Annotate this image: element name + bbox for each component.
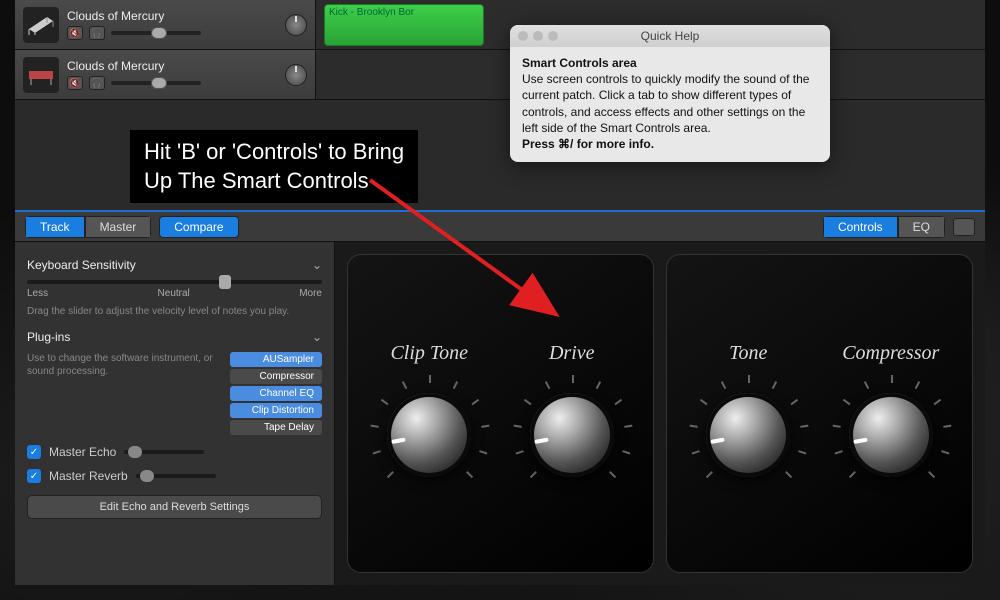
track-row[interactable]: Clouds of Mercury 🔇 🎧 Kick - Brooklyn Bo…	[15, 0, 985, 50]
section-title: Keyboard Sensitivity	[27, 258, 136, 272]
plugin-slot[interactable]: AUSampler	[230, 352, 322, 367]
master-reverb-row: ✓ Master Reverb	[27, 469, 322, 483]
midi-region[interactable]: Kick - Brooklyn Bor	[324, 4, 484, 46]
minimize-icon[interactable]	[533, 31, 543, 41]
tab-track[interactable]: Track	[25, 216, 85, 238]
chevron-down-icon: ⌄	[312, 258, 322, 272]
tab-controls[interactable]: Controls	[823, 216, 898, 238]
edit-echo-reverb-button[interactable]: Edit Echo and Reverb Settings	[27, 495, 322, 519]
master-echo-slider[interactable]	[124, 450, 204, 454]
master-reverb-label: Master Reverb	[49, 469, 128, 483]
plugins-header[interactable]: Plug-ins ⌄	[27, 330, 322, 344]
headphones-button[interactable]: 🎧	[89, 26, 105, 40]
volume-slider[interactable]	[111, 31, 201, 35]
instrument-icon	[23, 57, 59, 93]
controls-eq-segment: Controls EQ	[823, 216, 945, 238]
track-master-segment: Track Master	[25, 216, 151, 238]
inspector-panel: Keyboard Sensitivity ⌄ Less Neutral More…	[15, 242, 335, 585]
knob-panels: Clip Tone Drive Tone Compressor	[335, 242, 985, 585]
knob-label: Tone	[729, 342, 767, 365]
knob-label: Compressor	[842, 342, 939, 365]
mute-button[interactable]: 🔇	[67, 26, 83, 40]
master-echo-row: ✓ Master Echo	[27, 445, 322, 459]
master-echo-checkbox[interactable]: ✓	[27, 445, 41, 459]
plugin-list: AUSampler Compressor Channel EQ Clip Dis…	[230, 352, 322, 435]
quick-help-title: Quick Help	[641, 29, 700, 43]
track-header[interactable]: Clouds of Mercury 🔇 🎧	[15, 0, 315, 49]
plugin-slot[interactable]: Channel EQ	[230, 386, 322, 401]
sensitivity-slider[interactable]	[27, 280, 322, 284]
slider-label-more: More	[299, 288, 322, 299]
keyboard-sensitivity-header[interactable]: Keyboard Sensitivity ⌄	[27, 258, 322, 272]
mute-button[interactable]: 🔇	[67, 76, 83, 90]
slider-label-neutral: Neutral	[158, 288, 190, 299]
smart-controls-area: Keyboard Sensitivity ⌄ Less Neutral More…	[15, 242, 985, 585]
track-list: Clouds of Mercury 🔇 🎧 Kick - Brooklyn Bo…	[15, 0, 985, 100]
inspector-toggle-button[interactable]	[953, 218, 975, 236]
knob-label: Drive	[549, 342, 595, 365]
plugin-slot[interactable]: Tape Delay	[230, 420, 322, 435]
quick-help-popover: Quick Help Smart Controls area Use scree…	[510, 25, 830, 162]
clip-tone-knob[interactable]	[369, 375, 489, 495]
knob-panel-2: Tone Compressor	[666, 254, 973, 573]
pan-knob[interactable]	[285, 64, 307, 86]
plugin-slot[interactable]: Compressor	[230, 369, 322, 384]
quick-help-body: Use screen controls to quickly modify th…	[522, 72, 809, 135]
tab-eq[interactable]: EQ	[898, 216, 945, 238]
instrument-icon	[23, 7, 59, 43]
quick-help-footer: Press ⌘/ for more info.	[522, 137, 654, 151]
quick-help-heading: Smart Controls area	[522, 56, 637, 70]
track-header[interactable]: Clouds of Mercury 🔇 🎧	[15, 50, 315, 99]
track-name: Clouds of Mercury	[67, 59, 277, 73]
tone-knob[interactable]	[688, 375, 808, 495]
annotation-callout: Hit 'B' or 'Controls' to Bring Up The Sm…	[130, 130, 418, 203]
volume-slider[interactable]	[111, 81, 201, 85]
zoom-icon[interactable]	[548, 31, 558, 41]
garageband-window: Clouds of Mercury 🔇 🎧 Kick - Brooklyn Bo…	[15, 0, 985, 585]
plugins-description: Use to change the software instrument, o…	[27, 352, 218, 378]
close-icon[interactable]	[518, 31, 528, 41]
slider-label-less: Less	[27, 288, 48, 299]
plugin-slot[interactable]: Clip Distortion	[230, 403, 322, 418]
master-reverb-slider[interactable]	[136, 474, 216, 478]
smart-controls-tab-bar: Track Master Compare Controls EQ	[15, 212, 985, 242]
track-name: Clouds of Mercury	[67, 9, 277, 23]
tab-master[interactable]: Master	[85, 216, 152, 238]
knob-panel-1: Clip Tone Drive	[347, 254, 654, 573]
section-title: Plug-ins	[27, 330, 70, 344]
sensitivity-description: Drag the slider to adjust the velocity l…	[27, 305, 322, 318]
track-row[interactable]: Clouds of Mercury 🔇 🎧	[15, 50, 985, 100]
compressor-knob[interactable]	[831, 375, 951, 495]
drive-knob[interactable]	[512, 375, 632, 495]
region-label: Kick - Brooklyn Bor	[329, 7, 414, 18]
headphones-button[interactable]: 🎧	[89, 76, 105, 90]
compare-button[interactable]: Compare	[159, 216, 238, 238]
chevron-down-icon: ⌄	[312, 330, 322, 344]
master-reverb-checkbox[interactable]: ✓	[27, 469, 41, 483]
pan-knob[interactable]	[285, 14, 307, 36]
master-echo-label: Master Echo	[49, 445, 116, 459]
knob-label: Clip Tone	[390, 342, 468, 365]
